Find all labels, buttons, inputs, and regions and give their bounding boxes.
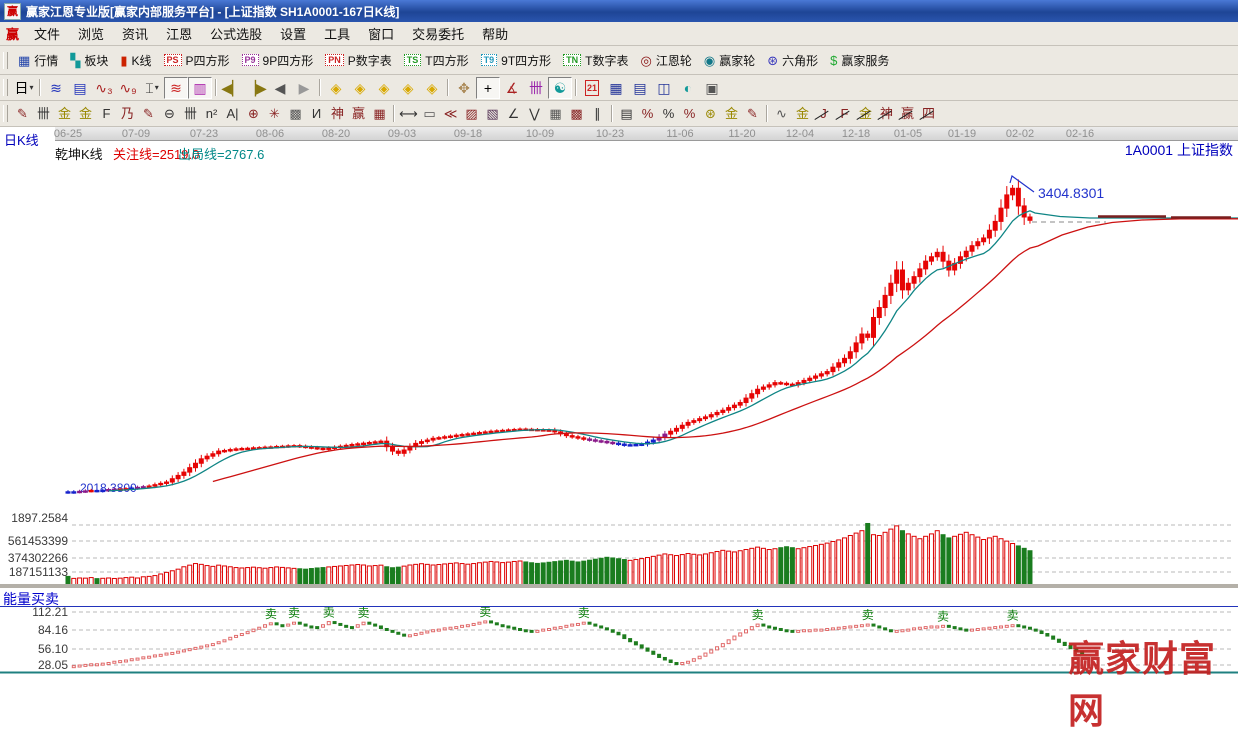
- date-tick: 12-04: [778, 128, 822, 140]
- svg-text:卖: 卖: [578, 606, 590, 620]
- svg-text:卖: 卖: [479, 605, 491, 619]
- axis-label: 84.16: [4, 623, 68, 637]
- date-tick: 11-20: [720, 128, 764, 140]
- axis-label: 374302266: [4, 551, 68, 565]
- peak-price-annotation: 3404.8301: [1038, 185, 1104, 201]
- svg-text:卖: 卖: [288, 606, 300, 620]
- date-axis: 06-2507-0907-2308-0608-2009-0309-1810-09…: [55, 127, 1238, 141]
- svg-text:卖: 卖: [1007, 609, 1019, 623]
- date-tick: 09-03: [380, 128, 424, 140]
- exit-line-label: 出局线=2767.6: [178, 144, 264, 163]
- date-tick: 07-23: [182, 128, 226, 140]
- svg-text:卖: 卖: [323, 606, 335, 620]
- kline-name-label: 乾坤K线: [55, 144, 103, 163]
- date-tick: 01-19: [940, 128, 984, 140]
- period-label: 日K线: [4, 130, 39, 149]
- date-tick: 07-09: [114, 128, 158, 140]
- chart-canvas[interactable]: 卖卖卖卖卖卖卖卖卖卖: [0, 0, 1238, 679]
- svg-text:卖: 卖: [265, 607, 277, 621]
- axis-label: 187151133: [4, 565, 68, 579]
- date-tick: 10-23: [588, 128, 632, 140]
- axis-label: 28.05: [4, 658, 68, 672]
- date-tick: 08-20: [314, 128, 358, 140]
- axis-label: 112.21: [4, 605, 68, 619]
- date-tick: 02-02: [998, 128, 1042, 140]
- date-tick: 06-25: [46, 128, 90, 140]
- axis-label: 561453399: [4, 534, 68, 548]
- axis-label: 56.10: [4, 642, 68, 656]
- date-tick: 01-05: [886, 128, 930, 140]
- svg-text:卖: 卖: [937, 609, 949, 623]
- date-tick: 11-06: [658, 128, 702, 140]
- svg-text:卖: 卖: [752, 608, 764, 622]
- svg-text:卖: 卖: [358, 606, 370, 620]
- date-tick: 08-06: [248, 128, 292, 140]
- date-tick: 02-16: [1058, 128, 1102, 140]
- watermark: 赢家财富网: [1068, 630, 1238, 734]
- date-tick: 12-18: [834, 128, 878, 140]
- date-tick: 10-09: [518, 128, 562, 140]
- date-tick: 09-18: [446, 128, 490, 140]
- axis-label: 1897.2584: [4, 511, 68, 525]
- svg-text:卖: 卖: [862, 608, 874, 622]
- symbol-label: 1A0001 上证指数: [1125, 140, 1233, 160]
